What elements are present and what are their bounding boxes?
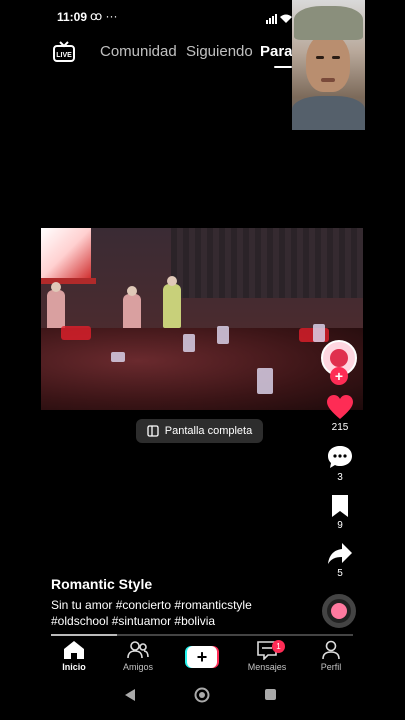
live-button[interactable]: LIVE [53,41,75,63]
nav-profile[interactable]: Perfil [303,640,359,672]
like-count: 215 [331,422,349,433]
video-player[interactable] [41,228,363,410]
video-caption: Romantic Style Sin tu amor #concierto #r… [51,576,311,629]
pip-eye-right [332,56,340,59]
crowd-phone [257,368,273,394]
performer-singer [163,284,181,328]
pip-mouth [321,78,335,82]
avatar-image [330,349,348,367]
stage-curtain [171,228,363,298]
stage-screen-edge [41,278,96,284]
nav-friends[interactable]: Amigos [110,640,166,672]
profile-icon [322,640,340,660]
nav-home[interactable]: Inicio [46,640,102,672]
heart-icon [327,395,353,419]
stage-screen [41,228,91,278]
comment-count: 3 [337,472,343,483]
music-cover-icon [331,603,347,619]
pip-hat [294,6,363,40]
pip-shirt [292,96,365,130]
status-time: 11:09 [57,10,88,24]
music-disc[interactable] [322,594,356,628]
follow-button[interactable]: + [330,367,348,385]
create-button[interactable]: + [185,646,219,668]
inbox-badge: 1 [272,640,285,653]
crowd-phone [183,334,195,352]
performer-head [167,276,177,286]
home-icon [64,641,84,659]
home-circle-icon[interactable] [194,687,210,703]
fullscreen-label: Pantalla completa [164,425,253,437]
friends-icon [127,641,149,659]
system-nav-bar [0,676,405,720]
creator-username[interactable]: Romantic Style [51,576,311,592]
like-action[interactable]: 215 [318,394,362,433]
tab-following[interactable]: Siguiendo [186,43,253,60]
pip-camera-overlay[interactable] [292,0,365,130]
pip-face [306,34,350,92]
live-tv-icon: LIVE [53,41,75,62]
back-icon[interactable] [124,688,136,702]
crowd-phone [111,352,125,362]
nav-friends-label: Amigos [122,662,153,672]
bottom-nav: Inicio Amigos + Mensajes Perfil [0,636,405,676]
caption-line-1[interactable]: Sin tu amor #concierto #romanticstyle [51,597,311,613]
bookmark-icon [332,495,348,517]
live-label: LIVE [56,52,72,59]
save-action[interactable]: 9 [318,494,362,531]
share-action[interactable]: 5 [318,542,362,579]
fullscreen-button[interactable]: Pantalla completa [136,419,263,443]
tab-active-indicator [274,66,292,68]
signal-wifi-icon [266,11,292,29]
caption-line-2[interactable]: #oldschool #sintuamor #bolivia [51,613,311,629]
fullscreen-icon [147,425,159,437]
nav-profile-label: Perfil [320,662,342,672]
tab-community[interactable]: Comunidad [100,43,177,60]
nav-inbox-label: Mensajes [247,662,287,672]
crowd-phone [313,324,325,342]
share-icon [328,543,352,564]
stage-light [61,326,91,340]
plus-icon: + [187,646,217,668]
pip-eye-left [316,56,324,59]
comment-action[interactable]: 3 [318,444,362,483]
recents-icon[interactable] [265,689,276,700]
nav-home-label: Inicio [62,662,86,672]
share-count: 5 [337,568,343,579]
notification-icons: ꝏ ··· [90,9,118,23]
comment-icon [328,446,352,468]
performer-head [127,286,137,296]
nav-inbox[interactable]: Mensajes [239,640,295,672]
tab-for-you[interactable]: Para [260,43,293,60]
crowd-phone [217,326,229,344]
save-count: 9 [337,520,343,531]
performer-head [51,282,61,292]
